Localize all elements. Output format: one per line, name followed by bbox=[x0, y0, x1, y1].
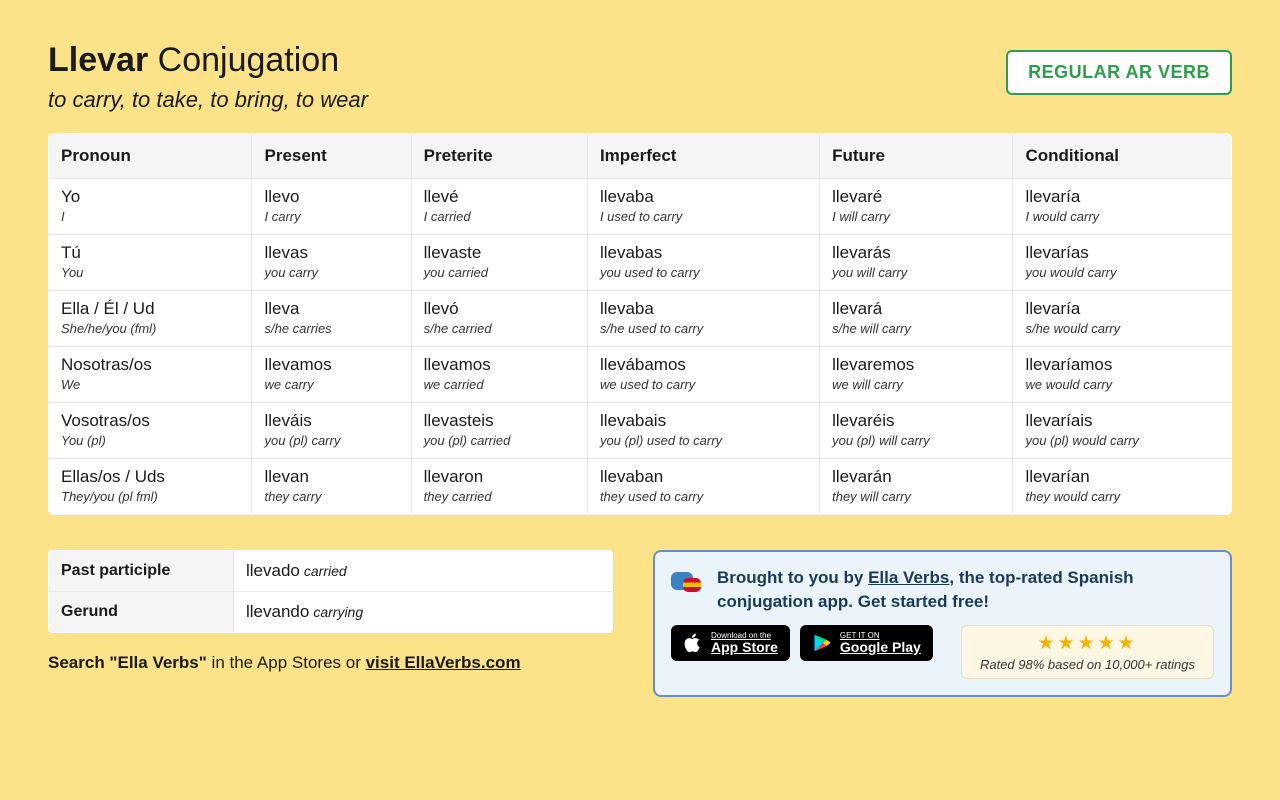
conjugation-cell: llevas/he carries bbox=[252, 290, 411, 346]
conjugation-cell: llevarás/he will carry bbox=[820, 290, 1013, 346]
conjugation-cell: llevós/he carried bbox=[411, 290, 587, 346]
column-header: Preterite bbox=[411, 133, 587, 178]
conjugation-cell: llevasteyou carried bbox=[411, 234, 587, 290]
conjugation-table: PronounPresentPreteriteImperfectFutureCo… bbox=[48, 133, 1232, 515]
conjugation-cell: llevarías/he would carry bbox=[1013, 290, 1232, 346]
conjugation-cell: llevaréI will carry bbox=[820, 178, 1013, 234]
rating-text: Rated 98% based on 10,000+ ratings bbox=[980, 657, 1195, 672]
conjugation-cell: llevabaI used to carry bbox=[587, 178, 819, 234]
visit-link[interactable]: visit EllaVerbs.com bbox=[366, 653, 521, 672]
past-participle-value: llevadocarried bbox=[234, 550, 613, 591]
pronoun-cell: Ellas/os / UdsThey/you (pl fml) bbox=[49, 458, 252, 514]
table-row: TúYoullevasyou carryllevasteyou carriedl… bbox=[49, 234, 1232, 290]
conjugation-cell: llevaránthey will carry bbox=[820, 458, 1013, 514]
conjugation-cell: llevoI carry bbox=[252, 178, 411, 234]
search-text: Search "Ella Verbs" in the App Stores or… bbox=[48, 653, 613, 673]
verb-type-badge: REGULAR AR VERB bbox=[1006, 50, 1232, 95]
verb-name: Llevar bbox=[48, 41, 148, 79]
google-play-button[interactable]: GET IT ONGoogle Play bbox=[800, 625, 933, 661]
pronoun-cell: Vosotras/osYou (pl) bbox=[49, 402, 252, 458]
app-store-button[interactable]: Download on theApp Store bbox=[671, 625, 790, 661]
conjugation-cell: llevamoswe carried bbox=[411, 346, 587, 402]
table-row: Nosotras/osWellevamoswe carryllevamoswe … bbox=[49, 346, 1232, 402]
promo-text: Brought to you by Ella Verbs, the top-ra… bbox=[717, 566, 1214, 614]
bottom-section: Past participle llevadocarried Gerund ll… bbox=[48, 550, 1232, 698]
ella-verbs-link[interactable]: Ella Verbs bbox=[868, 568, 949, 587]
gerund-label: Gerund bbox=[49, 591, 234, 632]
table-row: Vosotras/osYou (pl)lleváisyou (pl) carry… bbox=[49, 402, 1232, 458]
conjugation-cell: llevarásyou will carry bbox=[820, 234, 1013, 290]
column-header: Present bbox=[252, 133, 411, 178]
pronoun-cell: Nosotras/osWe bbox=[49, 346, 252, 402]
column-header: Pronoun bbox=[49, 133, 252, 178]
conjugation-cell: llevabas/he used to carry bbox=[587, 290, 819, 346]
forms-table: Past participle llevadocarried Gerund ll… bbox=[48, 550, 613, 633]
table-row: YoIllevoI carryllevéI carriedllevabaI us… bbox=[49, 178, 1232, 234]
promo-box: Brought to you by Ella Verbs, the top-ra… bbox=[653, 550, 1232, 698]
conjugation-cell: lleváisyou (pl) carry bbox=[252, 402, 411, 458]
column-header: Imperfect bbox=[587, 133, 819, 178]
conjugation-cell: llevaremoswe will carry bbox=[820, 346, 1013, 402]
star-icons: ★★★★★ bbox=[980, 632, 1195, 655]
apple-icon bbox=[683, 633, 703, 653]
conjugation-cell: llevamoswe carry bbox=[252, 346, 411, 402]
rating-box: ★★★★★ Rated 98% based on 10,000+ ratings bbox=[961, 625, 1214, 679]
conjugation-cell: llevasteisyou (pl) carried bbox=[411, 402, 587, 458]
pronoun-cell: YoI bbox=[49, 178, 252, 234]
conjugation-cell: llevaríaI would carry bbox=[1013, 178, 1232, 234]
conjugation-cell: llevaríanthey would carry bbox=[1013, 458, 1232, 514]
past-participle-label: Past participle bbox=[49, 550, 234, 591]
conjugation-cell: llevabasyou used to carry bbox=[587, 234, 819, 290]
chat-bubbles-icon bbox=[671, 566, 705, 600]
verb-meaning: to carry, to take, to bring, to wear bbox=[48, 87, 368, 113]
title-suffix: Conjugation bbox=[158, 41, 339, 79]
conjugation-cell: llevéI carried bbox=[411, 178, 587, 234]
conjugation-cell: llevasyou carry bbox=[252, 234, 411, 290]
left-column: Past participle llevadocarried Gerund ll… bbox=[48, 550, 613, 673]
conjugation-cell: llevabanthey used to carry bbox=[587, 458, 819, 514]
conjugation-cell: llevaríasyou would carry bbox=[1013, 234, 1232, 290]
column-header: Conditional bbox=[1013, 133, 1232, 178]
page-title: Llevar Conjugation bbox=[48, 40, 368, 81]
column-header: Future bbox=[820, 133, 1013, 178]
conjugation-cell: llevaronthey carried bbox=[411, 458, 587, 514]
conjugation-cell: llevaríamoswe would carry bbox=[1013, 346, 1232, 402]
pronoun-cell: Ella / Él / UdShe/he/you (fml) bbox=[49, 290, 252, 346]
table-row: Ellas/os / UdsThey/you (pl fml)llevanthe… bbox=[49, 458, 1232, 514]
pronoun-cell: TúYou bbox=[49, 234, 252, 290]
conjugation-cell: llevabaisyou (pl) used to carry bbox=[587, 402, 819, 458]
gerund-value: llevandocarrying bbox=[234, 591, 613, 632]
table-row: Ella / Él / UdShe/he/you (fml)llevas/he … bbox=[49, 290, 1232, 346]
conjugation-cell: llevábamoswe used to carry bbox=[587, 346, 819, 402]
conjugation-cell: llevaríaisyou (pl) would carry bbox=[1013, 402, 1232, 458]
header: Llevar Conjugation to carry, to take, to… bbox=[48, 40, 1232, 113]
conjugation-cell: llevaréisyou (pl) will carry bbox=[820, 402, 1013, 458]
conjugation-cell: llevanthey carry bbox=[252, 458, 411, 514]
title-block: Llevar Conjugation to carry, to take, to… bbox=[48, 40, 368, 113]
google-play-icon bbox=[812, 633, 832, 653]
